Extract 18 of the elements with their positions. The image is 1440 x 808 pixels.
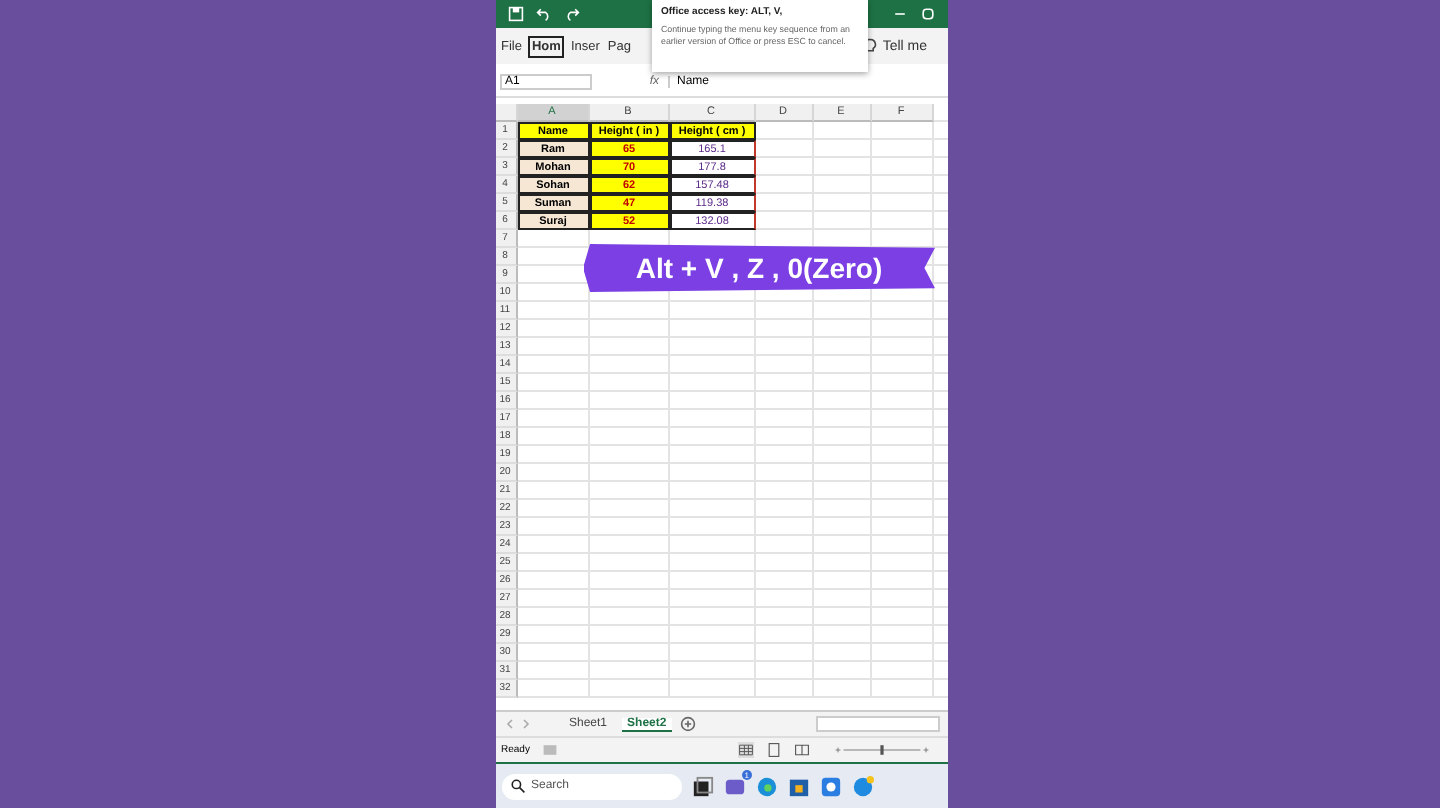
app-icon[interactable] bbox=[819, 775, 841, 797]
select-all-corner[interactable] bbox=[495, 104, 517, 122]
maximize-icon[interactable] bbox=[919, 6, 935, 22]
save-icon[interactable] bbox=[507, 6, 523, 22]
normal-view-icon[interactable] bbox=[737, 742, 753, 758]
page-layout-icon[interactable] bbox=[765, 742, 781, 758]
chat-icon[interactable] bbox=[723, 775, 745, 797]
search-icon bbox=[509, 778, 525, 794]
page-break-icon[interactable] bbox=[793, 742, 809, 758]
task-view-icon[interactable] bbox=[691, 775, 713, 797]
horizontal-scrollbar[interactable] bbox=[815, 716, 939, 732]
help-icon[interactable] bbox=[851, 775, 873, 797]
store-icon[interactable] bbox=[787, 775, 809, 797]
shortcut-banner: Alt + V , Z , 0(Zero) bbox=[583, 244, 935, 292]
redo-icon[interactable] bbox=[563, 6, 579, 22]
add-sheet-icon[interactable] bbox=[680, 716, 697, 732]
browser-icon[interactable] bbox=[755, 775, 777, 797]
undo-icon[interactable] bbox=[535, 6, 551, 22]
